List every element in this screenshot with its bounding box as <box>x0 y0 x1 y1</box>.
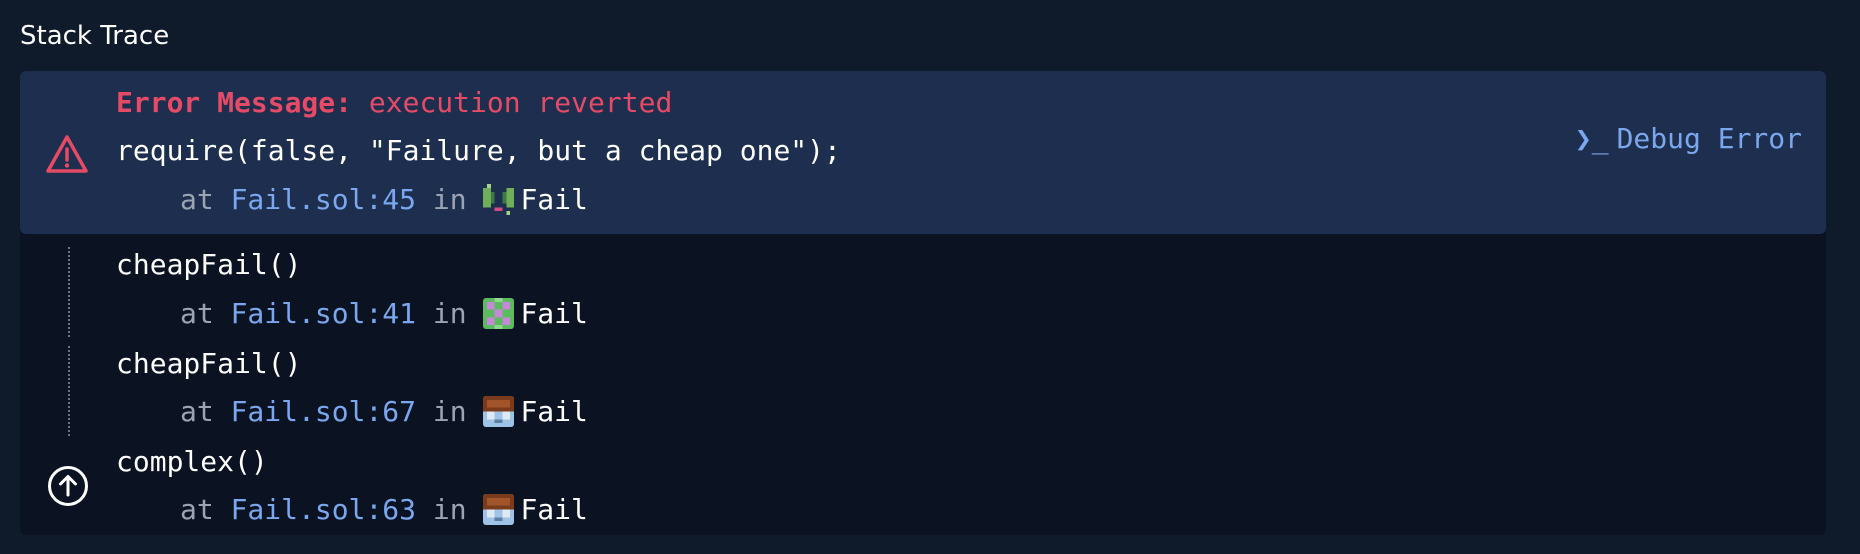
stack-trace-panel: Error Message: execution reverted requir… <box>20 71 1826 535</box>
in-label: in <box>432 493 467 526</box>
in-label: in <box>432 183 467 216</box>
frame-call[interactable]: complex() <box>116 444 268 480</box>
error-message-line: Error Message: execution reverted <box>116 85 672 121</box>
frame-connector <box>68 247 70 337</box>
section-title: Stack Trace <box>20 21 170 51</box>
debug-error-button[interactable]: ❯_ Debug Error <box>1575 121 1802 157</box>
contract-avatar <box>483 494 515 525</box>
terminal-prompt-icon: ❯_ <box>1574 122 1609 155</box>
source-link[interactable]: Fail.sol:63 <box>231 493 416 526</box>
error-message-box: Error Message: execution reverted requir… <box>20 71 1826 234</box>
warning-triangle-icon <box>46 135 88 173</box>
frame-location: at Fail.sol:63 in Fail <box>180 492 588 528</box>
contract-avatar <box>483 184 515 215</box>
frame-location: at Fail.sol:67 in Fail <box>180 394 588 430</box>
source-link[interactable]: Fail.sol:41 <box>231 297 416 330</box>
contract-avatar <box>483 298 515 329</box>
contract-avatar <box>483 396 515 427</box>
in-label: in <box>432 297 467 330</box>
debug-error-label: Debug Error <box>1616 122 1802 155</box>
at-label: at <box>180 493 214 526</box>
at-label: at <box>180 183 214 216</box>
in-label: in <box>432 395 467 428</box>
error-label: Error Message: <box>116 86 353 119</box>
source-link[interactable]: Fail.sol:45 <box>231 183 416 216</box>
arrow-up-circle-icon[interactable] <box>47 465 89 507</box>
contract-name[interactable]: Fail <box>520 395 587 428</box>
frame-call[interactable]: cheapFail() <box>116 346 301 382</box>
frame-location: at Fail.sol:41 in Fail <box>180 296 588 332</box>
error-text: execution reverted <box>368 86 673 119</box>
at-label: at <box>180 297 214 330</box>
contract-name[interactable]: Fail <box>520 493 587 526</box>
at-label: at <box>180 395 214 428</box>
contract-name[interactable]: Fail <box>520 297 587 330</box>
contract-name[interactable]: Fail <box>520 183 587 216</box>
frame-connector <box>68 346 70 436</box>
frame-call[interactable]: cheapFail() <box>116 247 301 283</box>
source-link[interactable]: Fail.sol:67 <box>231 395 416 428</box>
error-location: at Fail.sol:45 in Fail <box>180 182 588 218</box>
error-code: require(false, "Failure, but a cheap one… <box>116 134 841 167</box>
